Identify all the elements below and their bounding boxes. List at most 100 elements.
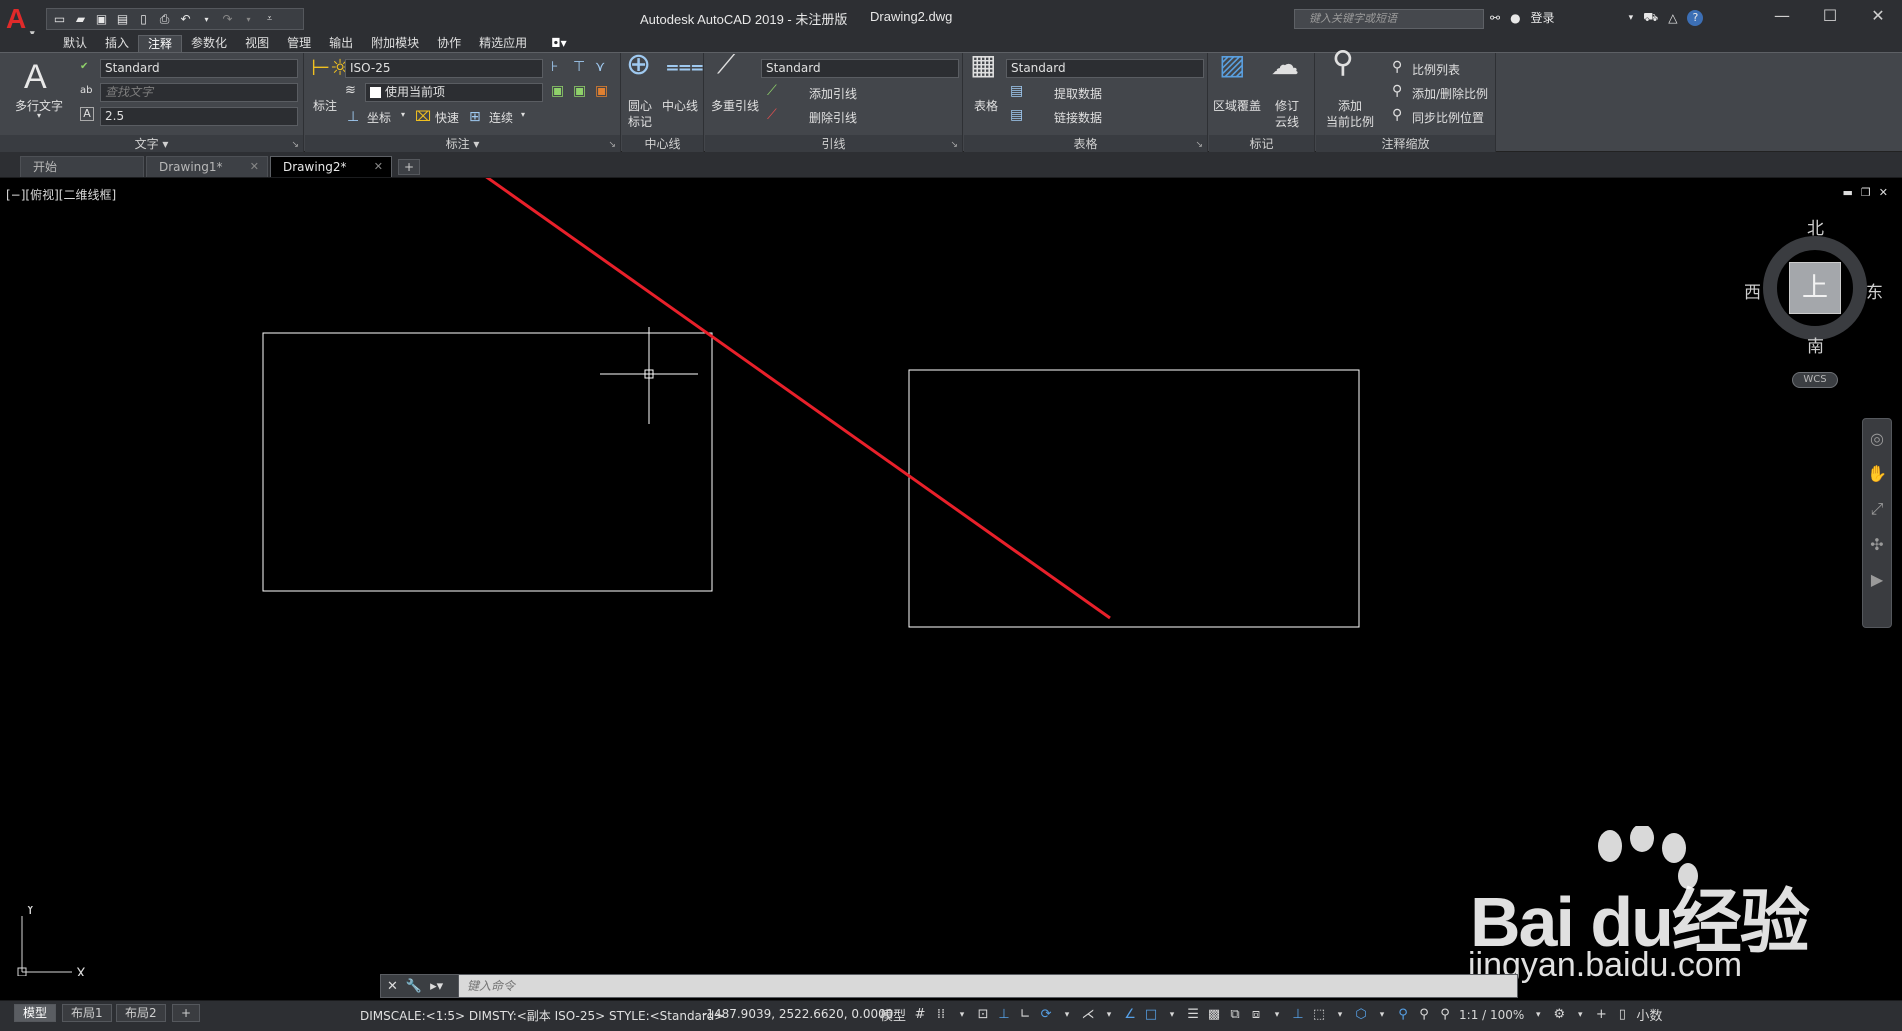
transparency-icon[interactable]: ▩ (1207, 1007, 1221, 1022)
zoom-extents-icon[interactable]: ⤢ (1871, 499, 1884, 519)
add-leader-button[interactable]: 添加引线 (809, 85, 857, 102)
text-height-select[interactable]: 2.5 (100, 107, 298, 126)
units-icon[interactable]: ▯ (1615, 1007, 1629, 1022)
units-value[interactable]: 小数 (1636, 1005, 1662, 1024)
binoculars-icon[interactable]: ⚯ (1490, 11, 1500, 25)
quick-dim-icon[interactable]: ⌧ (415, 109, 431, 125)
open-icon[interactable]: ▰ (72, 11, 89, 27)
selection-cycling-icon[interactable]: ⧉ (1228, 1007, 1242, 1022)
tab-collaborate[interactable]: 协作 (428, 35, 470, 52)
text-panel-launcher-icon[interactable]: ↘ (291, 140, 299, 150)
quick-dim-button[interactable]: 快速 (435, 109, 459, 126)
doc-tab-drawing2[interactable]: Drawing2* ✕ (270, 156, 392, 177)
rectangle-right[interactable] (908, 369, 1360, 628)
dim-space-icon[interactable]: ⊦ (551, 59, 558, 75)
command-settings-icon[interactable]: 🔧 (406, 979, 422, 994)
table-panel-launcher-icon[interactable]: ↘ (1195, 140, 1203, 150)
pan-icon[interactable]: ✋ (1867, 464, 1887, 483)
redo-icon[interactable]: ↷ (219, 11, 236, 27)
mleader-button[interactable]: 多重引线 (711, 97, 759, 114)
isometric-dropdown-icon[interactable]: ▾ (1102, 1010, 1116, 1020)
centerline-button[interactable]: 中心线 (662, 97, 698, 114)
polar-tracking-icon[interactable]: ⟳ (1039, 1007, 1053, 1022)
filter-dropdown-icon[interactable]: ▾ (1333, 1010, 1347, 1020)
user-icon[interactable]: ● (1510, 11, 1520, 25)
viewcube-north[interactable]: 北 (1807, 214, 1824, 239)
leader-panel-launcher-icon[interactable]: ↘ (950, 140, 958, 150)
find-text-input[interactable]: 查找文字 (100, 83, 298, 102)
centerline-icon[interactable]: ⩶ (666, 56, 704, 78)
object-snap-icon[interactable]: □ (1144, 1007, 1158, 1022)
orbit-icon[interactable]: ✣ (1870, 535, 1883, 554)
ordinate-dropdown-icon[interactable]: ▾ (401, 110, 405, 119)
dimension-panel-title[interactable]: 标注 ▾ (305, 135, 620, 153)
help-icon[interactable]: ? (1687, 9, 1704, 26)
grid-icon[interactable]: # (913, 1007, 927, 1022)
tab-annotate[interactable]: 注释 (138, 35, 183, 52)
reassociate-icon[interactable]: ▣ (595, 83, 608, 99)
add-scale-button-line2[interactable]: 当前比例 (1326, 113, 1374, 130)
lineweight-icon[interactable]: ☰ (1186, 1007, 1200, 1022)
polar-dropdown-icon[interactable]: ▾ (1060, 1010, 1074, 1020)
command-close-icon[interactable]: ✕ (387, 979, 398, 994)
remove-leader-button[interactable]: 删除引线 (809, 109, 857, 126)
redo-dropdown-icon[interactable]: ▾ (240, 11, 257, 27)
viewcube-west[interactable]: 西 (1744, 278, 1761, 303)
table-style-select[interactable]: Standard (1006, 59, 1204, 78)
wcs-menu[interactable]: WCS (1792, 372, 1838, 388)
tab-output[interactable]: 输出 (320, 35, 362, 52)
ordinate-button[interactable]: 坐标 (367, 109, 391, 126)
minimize-icon[interactable]: — (1758, 0, 1806, 30)
revcloud-button-line2[interactable]: 云线 (1275, 113, 1299, 130)
viewport-minimize-icon[interactable]: ▬ (1843, 186, 1853, 199)
add-delete-scale-button[interactable]: 添加/删除比例 (1412, 85, 1488, 102)
continue-dropdown-icon[interactable]: ▾ (521, 110, 525, 119)
annotation-visibility-icon[interactable]: ⚲ (1396, 1007, 1410, 1022)
annotation-scale-icon[interactable]: ⚲ (1438, 1007, 1452, 1022)
auto-scale-icon[interactable]: ⚲ (1417, 1007, 1431, 1022)
workspace-gear-icon[interactable]: ⚙ (1552, 1007, 1566, 1022)
center-mark-icon[interactable]: ⊕ (626, 50, 651, 80)
tab-parametric[interactable]: 参数化 (182, 35, 236, 52)
annotation-monitor-icon[interactable]: + (1594, 1007, 1608, 1022)
workspace-dropdown-icon[interactable]: ▾ (1573, 1010, 1587, 1020)
doc-tab-drawing1[interactable]: Drawing1* ✕ (146, 156, 268, 177)
ribbon-display-toggle[interactable]: ◘▾ (542, 35, 576, 52)
table-button[interactable]: 表格 (974, 97, 998, 114)
extract-data-button[interactable]: 提取数据 (1054, 85, 1102, 102)
cart-icon[interactable]: ⛟ (1643, 10, 1658, 26)
undo-dropdown-icon[interactable]: ▾ (198, 11, 215, 27)
annotation-scale-value[interactable]: 1:1 / 100% (1459, 1008, 1524, 1022)
ortho-icon[interactable]: ∟ (1018, 1007, 1032, 1022)
revcloud-icon[interactable]: ☁ (1271, 51, 1299, 79)
layout-tab-layout1[interactable]: 布局1 (62, 1004, 112, 1022)
application-menu-button[interactable]: A ▾ (6, 4, 40, 39)
model-space-toggle[interactable]: 模型 (880, 1005, 906, 1024)
tab-insert[interactable]: 插入 (96, 35, 138, 52)
gizmo-dropdown-icon[interactable]: ▾ (1375, 1010, 1389, 1020)
snap-dropdown-icon[interactable]: ▾ (955, 1010, 969, 1020)
viewport-close-icon[interactable]: ✕ (1879, 186, 1888, 199)
layout-tab-model[interactable]: 模型 (14, 1004, 57, 1022)
command-recent-icon[interactable]: ▸▾ (430, 979, 443, 994)
viewcube[interactable]: 北 西 东 南 上 WCS (1744, 214, 1886, 388)
search-input[interactable]: 键入关键字或短语 (1294, 9, 1484, 29)
dimstyle-select[interactable]: ISO-25 (345, 59, 543, 78)
close-tab-icon[interactable]: ✕ (250, 157, 259, 177)
export-icon[interactable]: ▯ (135, 11, 152, 27)
save-as-icon[interactable]: ▤ (114, 11, 131, 27)
new-file-icon[interactable]: ▭ (51, 11, 68, 27)
viewcube-top-face[interactable]: 上 (1789, 262, 1841, 314)
sync-scale-button[interactable]: 同步比例位置 (1412, 109, 1484, 126)
a360-icon[interactable]: △ (1668, 11, 1677, 25)
command-input[interactable] (459, 975, 1517, 997)
add-scale-button-line1[interactable]: 添加 (1338, 97, 1362, 114)
center-mark-button-line2[interactable]: 标记 (628, 113, 652, 130)
coordinates-readout[interactable]: -1487.9039, 2522.6620, 0.0000 (702, 1007, 893, 1021)
login-label[interactable]: 登录 (1531, 9, 1555, 26)
center-mark-button-line1[interactable]: 圆心 (628, 97, 652, 114)
tab-addins[interactable]: 附加模块 (362, 35, 428, 52)
mleader-icon[interactable]: ⟋ (717, 52, 735, 78)
isometric-icon[interactable]: ⋌ (1081, 1007, 1095, 1022)
login-dropdown-icon[interactable]: ▾ (1629, 13, 1634, 23)
